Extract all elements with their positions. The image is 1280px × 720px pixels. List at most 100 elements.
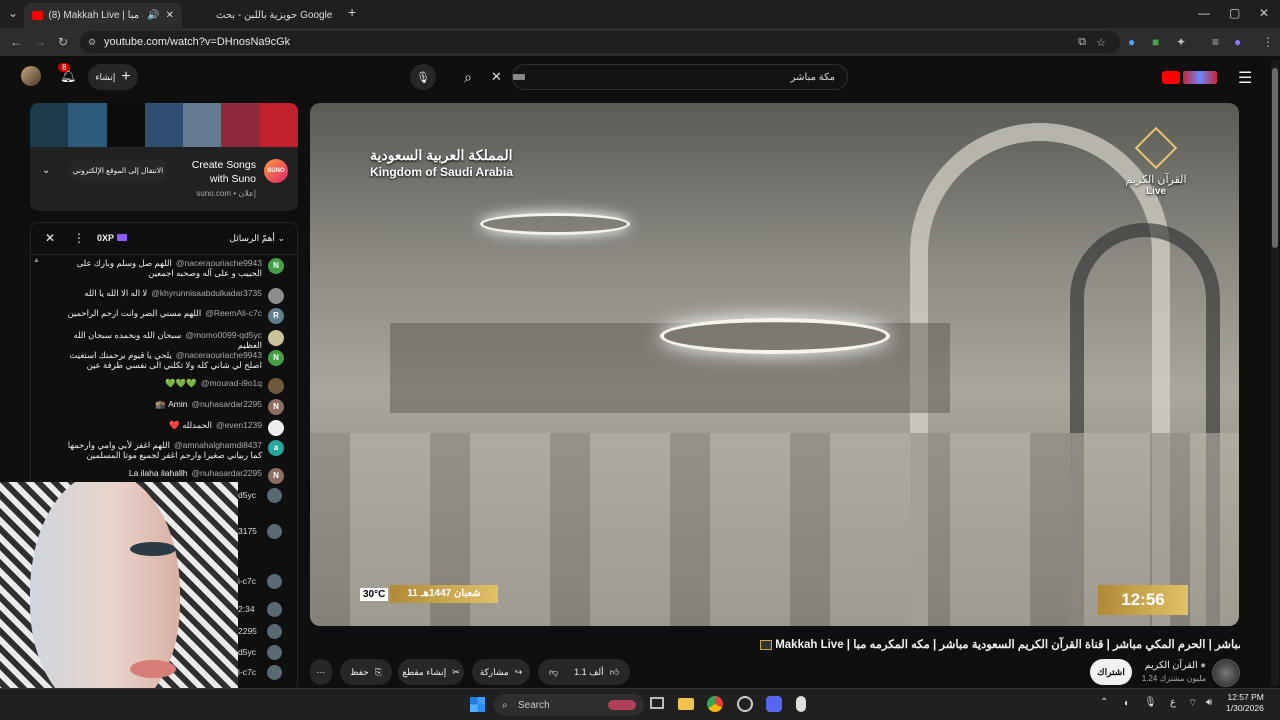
wifi-icon[interactable]: ⌔	[1188, 697, 1197, 710]
youtube-logo[interactable]	[1162, 68, 1220, 86]
discord-icon[interactable]	[766, 696, 782, 712]
chat-author-name[interactable]: @mourad-i9o1q	[201, 378, 262, 388]
app-icon[interactable]	[796, 696, 806, 712]
xp-badge[interactable]: 0XP	[97, 233, 114, 243]
chat-avatar[interactable]: N	[268, 468, 284, 484]
ad-title[interactable]: Create Songs with Suno	[176, 158, 256, 186]
keyboard-language[interactable]: ع	[1170, 697, 1176, 708]
maximize-icon[interactable]: ▢	[1229, 6, 1240, 20]
chat-author-name[interactable]: @momo0099-qd5yc	[185, 330, 262, 340]
ad-visit-site-button[interactable]: الانتقال إلى الموقع الإلكتروني	[68, 159, 168, 181]
chat-avatar[interactable]: N	[268, 350, 284, 366]
more-actions-button[interactable]: ⋯	[310, 659, 332, 685]
microphone-icon[interactable]: 🎙︎	[1144, 697, 1157, 708]
chat-avatar[interactable]	[268, 378, 284, 394]
minimize-icon[interactable]: —	[1198, 6, 1210, 20]
file-explorer-icon[interactable]	[678, 698, 694, 710]
page-scrollbar[interactable]	[1271, 60, 1279, 685]
reading-list-icon[interactable]: ≡	[1212, 35, 1219, 49]
tray-app-icon[interactable]: ◐	[1124, 698, 1130, 709]
subscribe-button[interactable]: اشتراك	[1090, 659, 1132, 685]
guide-menu-icon[interactable]: ☰	[1238, 68, 1252, 88]
channel-name[interactable]: القرآن الكريم ●	[1140, 660, 1206, 671]
chat-avatar[interactable]	[267, 624, 282, 639]
page-scrollbar-thumb[interactable]	[1272, 68, 1278, 248]
tab-google-search[interactable]: حويزية باللبن - بحث Google	[184, 3, 334, 28]
chat-author-fragment: 2:34	[238, 604, 255, 614]
chat-avatar[interactable]: N	[268, 258, 284, 274]
share-button[interactable]: مشاركة ↪	[472, 659, 530, 685]
channel-avatar[interactable]	[1212, 659, 1240, 687]
chat-author-name[interactable]: @naceraouriache9943	[176, 258, 262, 268]
chat-avatar[interactable]	[267, 488, 282, 503]
address-bar[interactable]: ⚙ youtube.com/watch?v=DHnosNa9cGk ⧉ ☆	[80, 31, 1120, 53]
chat-message-text: @even1239الحمدلله ❤️	[169, 420, 262, 430]
chat-avatar[interactable]	[267, 602, 282, 617]
forward-icon[interactable]: →	[34, 35, 46, 49]
search-input[interactable]: ✕ مكة مباشر	[491, 64, 848, 90]
new-tab-icon[interactable]: +	[348, 4, 356, 20]
tab-youtube[interactable]: (8) Makkah Live | مكة مبا 🔊 ✕	[24, 3, 182, 28]
browser-menu-icon[interactable]: ⋮	[1262, 35, 1274, 49]
search-button[interactable]: ⌕	[455, 64, 481, 90]
extensions-puzzle-icon[interactable]: ✦	[1176, 35, 1186, 49]
app-icon[interactable]	[737, 696, 753, 712]
chat-avatar[interactable]	[267, 665, 282, 680]
clip-button[interactable]: إنشاء مقطع ✂	[398, 659, 464, 685]
chat-avatar[interactable]	[268, 330, 284, 346]
save-button[interactable]: حفظ ⎘	[340, 659, 392, 685]
chat-author-name[interactable]: @naceraouriache9943	[176, 350, 262, 360]
chat-author-name[interactable]: @even1239	[216, 420, 262, 430]
tab-search-icon[interactable]: ⌄	[8, 6, 18, 20]
chat-author-name[interactable]: @nuhasardar2295	[191, 399, 262, 409]
site-info-icon[interactable]: ⚙	[88, 37, 96, 48]
back-icon[interactable]: ←	[10, 35, 22, 49]
clear-search-icon[interactable]: ✕	[491, 69, 502, 85]
install-app-icon[interactable]: ⧉	[1078, 36, 1086, 49]
chat-author-fragment: d5yc	[238, 490, 256, 500]
tab-audio-icon[interactable]: 🔊	[147, 10, 159, 21]
chat-author-name[interactable]: @ReemAli-c7c	[205, 308, 262, 318]
chat-avatar[interactable]	[267, 524, 282, 539]
extension-shield-icon[interactable]: ●	[1128, 35, 1135, 49]
taskbar-search[interactable]: ⌕ Search	[494, 694, 644, 716]
chat-avatar[interactable]	[268, 420, 284, 436]
chevron-down-icon[interactable]: ⌄	[42, 165, 50, 176]
chat-author-name[interactable]: @khyrunnisaabdulkadar3735	[151, 288, 262, 298]
chrome-icon[interactable]	[707, 696, 723, 712]
profile-icon[interactable]: ●	[1234, 35, 1241, 49]
quran-channel-logo: القرآن الكريم Live	[1116, 126, 1196, 213]
chat-message-text: @ReemAli-c7cاللهم مسني الضر وانت ارحم ال…	[67, 308, 262, 318]
chat-avatar[interactable]	[268, 288, 284, 304]
clock[interactable]: 12:57 PM 1/30/2026	[1226, 692, 1264, 714]
ad-panel[interactable]: SUNO Create Songs with Suno suno.com • إ…	[30, 103, 298, 211]
create-button[interactable]: إنشاء +	[88, 64, 138, 90]
close-window-icon[interactable]: ✕	[1259, 6, 1269, 20]
chat-filter-dropdown[interactable]: أهمّ الرسائل ⌄	[229, 233, 285, 244]
chat-avatar[interactable]	[267, 574, 282, 589]
chat-avatar[interactable]	[267, 645, 282, 660]
chat-avatar[interactable]: N	[268, 399, 284, 415]
voice-search-button[interactable]: 🎙︎	[410, 64, 436, 90]
chat-avatar[interactable]: R	[268, 308, 284, 324]
extension-green-icon[interactable]: ■	[1152, 35, 1159, 49]
chat-author-name[interactable]: @nuhasardar2295	[191, 468, 262, 478]
dislike-icon[interactable]: 👎︎	[549, 667, 558, 678]
avatar[interactable]	[21, 66, 41, 86]
task-view-icon[interactable]	[650, 697, 664, 709]
chat-message-body: اللهم مسني الضر وانت ارحم الراحمين	[67, 308, 202, 318]
chat-scroll-up-icon[interactable]: ▲	[33, 257, 40, 264]
chat-menu-icon[interactable]: ⋮	[73, 231, 85, 245]
start-icon[interactable]	[470, 697, 485, 712]
bookmark-star-icon[interactable]: ☆	[1096, 36, 1106, 49]
chat-avatar[interactable]: a	[268, 440, 284, 456]
tray-chevron-icon[interactable]: ⌃	[1100, 697, 1108, 708]
volume-icon[interactable]: 🔊︎	[1206, 697, 1212, 708]
tab-close-icon[interactable]: ✕	[166, 10, 174, 21]
keyboard-icon[interactable]	[513, 74, 525, 80]
reload-icon[interactable]: ↻	[58, 35, 68, 49]
like-icon[interactable]: 👍︎	[610, 667, 619, 678]
chat-author-name[interactable]: @amnahalghamdi8437	[174, 440, 262, 450]
video-player[interactable]: المملكة العربية السعودية Kingdom of Saud…	[310, 103, 1239, 626]
close-chat-icon[interactable]: ✕	[45, 231, 55, 245]
